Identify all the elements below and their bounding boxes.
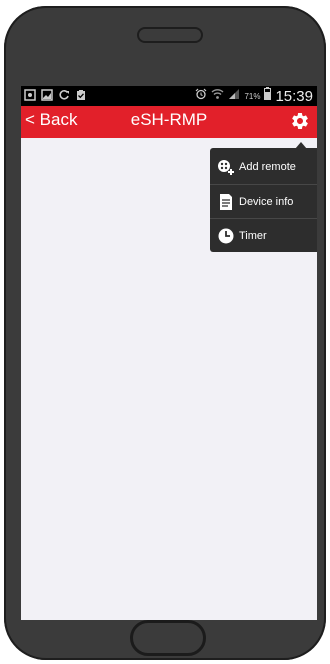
app-icon xyxy=(24,89,36,101)
menu-item-add-remote[interactable]: Add remote xyxy=(210,150,317,184)
status-time: 15:39 xyxy=(275,87,313,105)
phone-frame: 71% 15:39 < Back eSH-RMP Add remote Devi… xyxy=(4,6,326,660)
battery-percent: 71% xyxy=(244,91,261,101)
page-title: eSH-RMP xyxy=(130,110,208,129)
sync-icon xyxy=(58,89,70,101)
menu-item-device-info[interactable]: Device info xyxy=(210,184,317,218)
app-header: < Back eSH-RMP xyxy=(21,106,317,138)
add-remote-icon xyxy=(217,158,235,176)
battery-icon xyxy=(264,87,272,105)
settings-dropdown-menu: Add remote Device info Timer xyxy=(210,148,317,252)
menu-item-timer[interactable]: Timer xyxy=(210,218,317,252)
menu-item-label: Timer xyxy=(239,229,267,242)
screen: 71% 15:39 < Back eSH-RMP Add remote Devi… xyxy=(21,86,317,620)
status-bar: 71% 15:39 xyxy=(21,86,317,106)
image-icon xyxy=(41,89,53,101)
document-icon xyxy=(217,193,235,211)
signal-icon xyxy=(228,87,240,105)
menu-item-label: Device info xyxy=(239,195,294,208)
gear-icon[interactable] xyxy=(290,111,310,131)
clock-icon xyxy=(217,227,235,245)
phone-speaker xyxy=(137,27,203,43)
home-button[interactable] xyxy=(130,620,206,656)
clipboard-check-icon xyxy=(75,89,87,101)
menu-item-label: Add remote xyxy=(239,161,296,173)
wifi-icon xyxy=(211,87,224,105)
alarm-icon xyxy=(195,87,207,105)
